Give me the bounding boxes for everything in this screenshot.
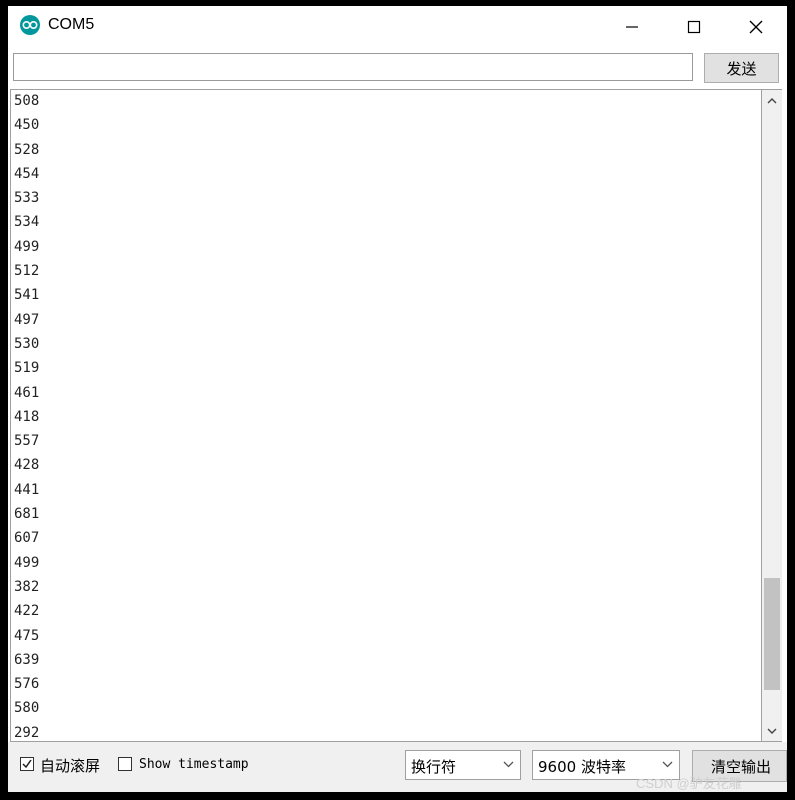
minimize-button[interactable] [601,6,663,48]
output-line: 497 [14,311,40,328]
checkmark-icon [22,759,32,769]
baud-rate-value: 9600 波特率 [538,758,626,776]
send-row: 发送 [8,48,787,90]
timestamp-checkbox[interactable] [118,757,132,771]
output-line: 580 [14,700,40,717]
autoscroll-checkbox[interactable] [20,757,34,771]
scroll-up-button[interactable] [762,90,782,110]
maximize-button[interactable] [663,6,725,48]
watermark: CSDN @驴友花雕 [636,776,742,791]
output-line: 557 [14,433,40,450]
scroll-down-button[interactable] [762,721,782,741]
output-line: 541 [14,287,40,304]
close-icon [749,20,763,34]
output-line: 441 [14,481,40,498]
output-line: 530 [14,335,40,352]
output-line: 607 [14,530,40,547]
output-line: 576 [14,676,40,693]
chevron-down-icon [662,761,673,768]
chevron-down-icon [767,728,777,734]
output-line: 422 [14,603,40,620]
close-button[interactable] [725,6,787,48]
output-line: 475 [14,627,40,644]
arduino-icon [20,15,40,35]
output-line: 428 [14,457,40,474]
line-ending-value: 换行符 [411,758,457,776]
timestamp-label[interactable]: Show timestamp [139,757,249,772]
title-bar: COM5 [8,6,787,48]
output-line: 461 [14,384,40,401]
window-title: COM5 [48,16,95,33]
output-line: 418 [14,408,40,425]
output-line: 454 [14,165,40,182]
chevron-up-icon [767,97,777,103]
output-line: 519 [14,360,40,377]
output-line: 639 [14,651,40,668]
output-line: 508 [14,93,40,109]
output-line: 533 [14,190,40,207]
output-line: 382 [14,578,40,595]
output-line: 450 [14,117,40,134]
minimize-icon [626,26,638,28]
output-line: 499 [14,554,40,571]
serial-monitor-window: COM5 发送 508 450 528 454 533 534 499 512 541 497 53… [8,6,787,792]
scroll-thumb[interactable] [764,578,780,690]
send-input[interactable] [13,53,693,81]
line-ending-select[interactable]: 换行符 [405,750,521,780]
serial-output[interactable]: 508 450 528 454 533 534 499 512 541 497 530 519 461 4… [10,89,762,742]
autoscroll-label[interactable]: 自动滚屏 [40,755,100,776]
output-line: 528 [14,141,40,158]
vertical-scrollbar[interactable] [762,89,782,742]
output-line: 681 [14,506,40,523]
maximize-icon [687,20,701,34]
chevron-down-icon [503,761,514,768]
output-line: 292 [14,724,40,741]
output-line: 499 [14,238,40,255]
send-button[interactable]: 发送 [704,53,779,83]
output-line: 534 [14,214,40,231]
output-line: 512 [14,263,40,280]
output-lines: 508 450 528 454 533 534 499 512 541 497 530 519 461 4… [14,90,40,741]
